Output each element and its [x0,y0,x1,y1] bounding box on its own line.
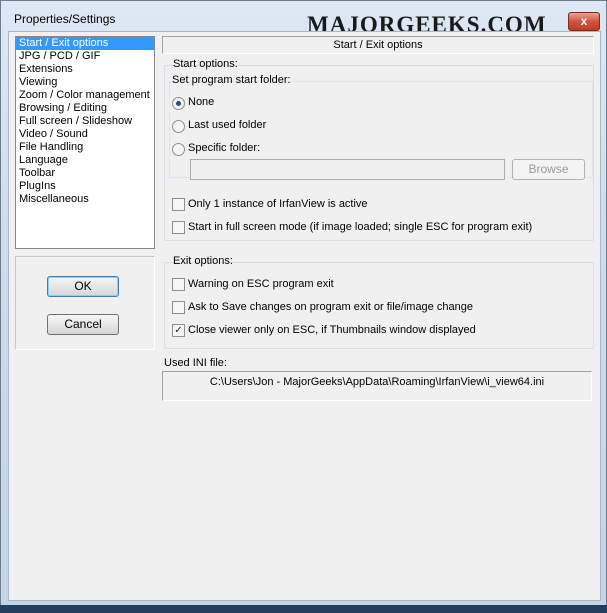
radio-none-label: None [188,96,215,108]
close-button[interactable]: x [568,12,600,31]
page-item-file-handling[interactable]: File Handling [16,141,154,154]
close-viewer-esc-checkbox[interactable]: ✓ [172,324,185,337]
specific-folder-input[interactable] [190,159,505,180]
page-item-browsing-editing[interactable]: Browsing / Editing [16,102,154,115]
check-icon: ✓ [174,325,183,336]
ask-save-changes-checkbox[interactable] [172,301,185,314]
warn-esc-exit-label: Warning on ESC program exit [188,278,334,290]
page-item-extensions[interactable]: Extensions [16,63,154,76]
page-item-toolbar[interactable]: Toolbar [16,167,154,180]
radio-specific-folder-label: Specific folder: [188,142,261,154]
ini-file-label: Used INI file: [164,357,227,369]
page-item-language[interactable]: Language [16,154,154,167]
start-folder-title: Set program start folder: [172,74,291,86]
radio-last-used-folder-label: Last used folder [188,119,267,131]
settings-window: Properties/Settings MAJORGEEKS.COM x Sta… [0,0,607,607]
ask-save-changes-label: Ask to Save changes on program exit or f… [188,301,473,313]
page-item-start-exit[interactable]: Start / Exit options [16,37,154,50]
page-item-viewing[interactable]: Viewing [16,76,154,89]
browse-button[interactable]: Browse [512,159,585,180]
single-instance-label: Only 1 instance of IrfanView is active [188,198,368,210]
cancel-button[interactable]: Cancel [47,314,119,335]
ini-file-path: C:\Users\Jon - MajorGeeks\AppData\Roamin… [162,371,592,401]
close-icon: x [580,14,588,28]
page-item-jpg-pcd-gif[interactable]: JPG / PCD / GIF [16,50,154,63]
fullscreen-start-checkbox[interactable] [172,221,185,234]
title-bar[interactable]: Properties/Settings MAJORGEEKS.COM x [1,1,606,37]
single-instance-checkbox[interactable] [172,198,185,211]
taskbar-strip [0,605,607,613]
dialog-buttons-group: OK Cancel [15,256,155,350]
page-item-video-sound[interactable]: Video / Sound [16,128,154,141]
dialog-client: Start / Exit options JPG / PCD / GIF Ext… [8,31,601,601]
warn-esc-exit-checkbox[interactable] [172,278,185,291]
radio-specific-folder[interactable] [172,143,185,156]
close-viewer-esc-label: Close viewer only on ESC, if Thumbnails … [188,324,476,336]
window-title: Properties/Settings [14,12,116,26]
page-item-miscellaneous[interactable]: Miscellaneous [16,193,154,206]
fullscreen-start-label: Start in full screen mode (if image load… [188,221,533,233]
page-item-zoom-color[interactable]: Zoom / Color management [16,89,154,102]
exit-options-title: Exit options: [173,255,233,267]
ok-button[interactable]: OK [47,276,119,297]
start-options-title: Start options: [173,58,238,70]
page-header: Start / Exit options [162,36,594,54]
page-item-plugins[interactable]: PlugIns [16,180,154,193]
page-list[interactable]: Start / Exit options JPG / PCD / GIF Ext… [15,36,155,249]
radio-none[interactable] [172,97,185,110]
radio-last-used-folder[interactable] [172,120,185,133]
page-item-fullscreen-slideshow[interactable]: Full screen / Slideshow [16,115,154,128]
